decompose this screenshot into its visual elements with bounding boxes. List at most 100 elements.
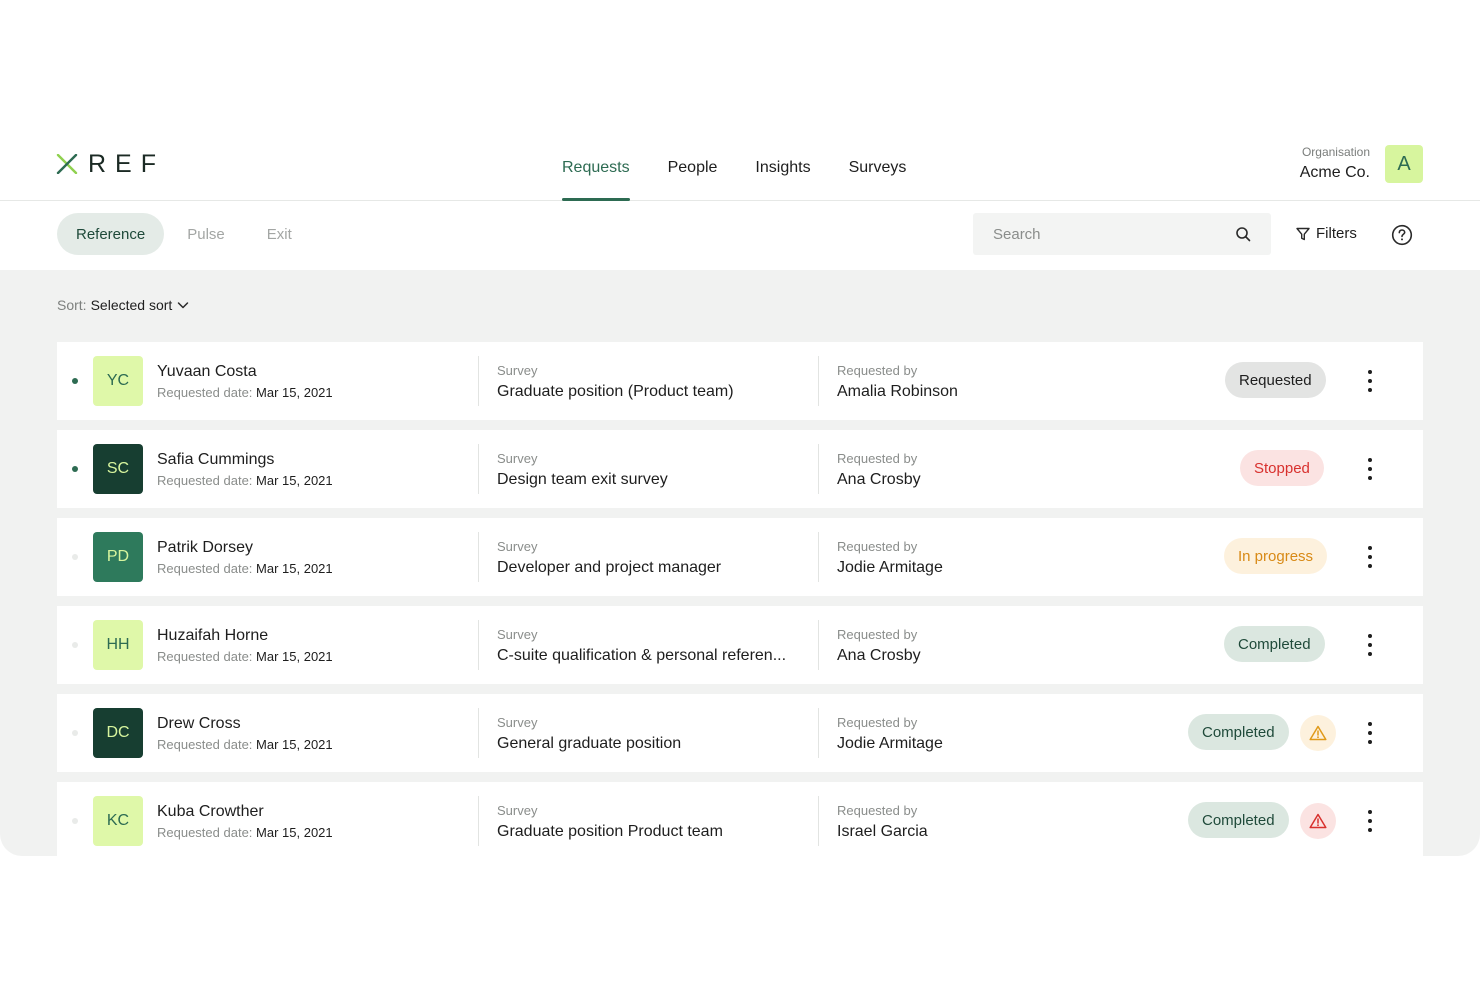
column-divider bbox=[818, 356, 819, 406]
column-divider bbox=[818, 708, 819, 758]
request-row[interactable]: SC Safia Cummings Requested date: Mar 15… bbox=[57, 430, 1423, 508]
request-row[interactable]: YC Yuvaan Costa Requested date: Mar 15, … bbox=[57, 342, 1423, 420]
segment-reference[interactable]: Reference bbox=[57, 213, 165, 255]
column-divider bbox=[818, 796, 819, 846]
survey-label: Survey bbox=[497, 539, 538, 554]
requested-date-value: Mar 15, 2021 bbox=[256, 737, 333, 752]
logo-text: REF bbox=[88, 149, 165, 178]
more-options-icon[interactable] bbox=[1357, 455, 1383, 483]
tab-insights[interactable]: Insights bbox=[755, 120, 810, 200]
chevron-down-icon bbox=[178, 302, 189, 309]
requested-date-label: Requested date: bbox=[157, 385, 253, 400]
help-icon[interactable] bbox=[1391, 224, 1413, 251]
status-badge[interactable]: Completed bbox=[1224, 626, 1325, 662]
logo-x-icon bbox=[56, 154, 78, 174]
requester-name: Israel Garcia bbox=[837, 823, 928, 840]
request-row[interactable]: HH Huzaifah Horne Requested date: Mar 15… bbox=[57, 606, 1423, 684]
search-box bbox=[973, 213, 1271, 255]
requested-by-label: Requested by bbox=[837, 539, 918, 554]
requested-by-label: Requested by bbox=[837, 803, 918, 818]
sort-label: Sort: bbox=[57, 297, 87, 313]
read-indicator bbox=[72, 554, 78, 560]
requester-name: Jodie Armitage bbox=[837, 735, 943, 752]
column-divider bbox=[478, 796, 479, 846]
app-window: REF Requests People Insights Surveys Org… bbox=[0, 120, 1480, 856]
avatar: YC bbox=[93, 356, 143, 406]
more-options-icon[interactable] bbox=[1357, 543, 1383, 571]
requested-by-label: Requested by bbox=[837, 715, 918, 730]
requested-date-label: Requested date: bbox=[157, 825, 253, 840]
read-indicator bbox=[72, 818, 78, 824]
sort-value: Selected sort bbox=[90, 297, 173, 313]
main-nav: Requests People Insights Surveys bbox=[562, 120, 944, 201]
requested-date: Requested date: Mar 15, 2021 bbox=[157, 737, 333, 752]
requested-date-value: Mar 15, 2021 bbox=[256, 825, 333, 840]
read-indicator bbox=[72, 642, 78, 648]
column-divider bbox=[478, 444, 479, 494]
status-badge[interactable]: Stopped bbox=[1240, 450, 1324, 486]
requested-date: Requested date: Mar 15, 2021 bbox=[157, 649, 333, 664]
status-badge[interactable]: Completed bbox=[1188, 714, 1289, 750]
candidate-name: Huzaifah Horne bbox=[157, 627, 269, 644]
organisation-info: Organisation Acme Co. bbox=[1300, 145, 1370, 182]
segment-exit[interactable]: Exit bbox=[248, 213, 311, 255]
status-badge[interactable]: Completed bbox=[1188, 802, 1289, 838]
requested-date: Requested date: Mar 15, 2021 bbox=[157, 385, 333, 400]
column-divider bbox=[818, 620, 819, 670]
requester-name: Amalia Robinson bbox=[837, 383, 958, 400]
requested-date-value: Mar 15, 2021 bbox=[256, 385, 333, 400]
candidate-name: Drew Cross bbox=[157, 715, 241, 732]
status-badge[interactable]: Requested bbox=[1225, 362, 1326, 398]
warning-icon[interactable] bbox=[1300, 715, 1336, 751]
toolbar: Reference Pulse Exit Filters bbox=[0, 201, 1480, 270]
unread-indicator bbox=[72, 466, 78, 472]
organisation-name: Acme Co. bbox=[1299, 164, 1370, 181]
tab-surveys[interactable]: Surveys bbox=[849, 120, 907, 200]
read-indicator bbox=[72, 730, 78, 736]
requested-date-value: Mar 15, 2021 bbox=[256, 473, 333, 488]
tab-people[interactable]: People bbox=[668, 120, 718, 200]
requester-name: Ana Crosby bbox=[837, 647, 921, 664]
survey-label: Survey bbox=[497, 627, 538, 642]
survey-label: Survey bbox=[497, 363, 538, 378]
candidate-name: Safia Cummings bbox=[157, 451, 275, 468]
survey-label: Survey bbox=[497, 803, 538, 818]
survey-name: Graduate position Product team bbox=[497, 823, 723, 840]
unread-indicator bbox=[72, 378, 78, 384]
requested-date: Requested date: Mar 15, 2021 bbox=[157, 825, 333, 840]
column-divider bbox=[478, 620, 479, 670]
column-divider bbox=[818, 532, 819, 582]
survey-name: Graduate position (Product team) bbox=[497, 383, 734, 400]
error-icon[interactable] bbox=[1300, 803, 1336, 839]
organisation-label: Organisation bbox=[1301, 145, 1370, 159]
logo[interactable]: REF bbox=[56, 149, 165, 178]
avatar: SC bbox=[93, 444, 143, 494]
survey-name: Design team exit survey bbox=[497, 471, 668, 488]
survey-label: Survey bbox=[497, 451, 538, 466]
request-row[interactable]: DC Drew Cross Requested date: Mar 15, 20… bbox=[57, 694, 1423, 772]
filters-button[interactable]: Filters bbox=[1296, 225, 1357, 242]
tab-requests[interactable]: Requests bbox=[562, 120, 630, 201]
requested-date-value: Mar 15, 2021 bbox=[256, 561, 333, 576]
search-input[interactable] bbox=[991, 224, 1225, 244]
segment-pulse[interactable]: Pulse bbox=[168, 213, 244, 255]
requested-by-label: Requested by bbox=[837, 363, 918, 378]
request-row[interactable]: PD Patrik Dorsey Requested date: Mar 15,… bbox=[57, 518, 1423, 596]
more-options-icon[interactable] bbox=[1357, 719, 1383, 747]
column-divider bbox=[478, 708, 479, 758]
more-options-icon[interactable] bbox=[1357, 807, 1383, 835]
requested-date-label: Requested date: bbox=[157, 561, 253, 576]
search-icon[interactable] bbox=[1235, 226, 1251, 247]
requested-date: Requested date: Mar 15, 2021 bbox=[157, 561, 333, 576]
requests-list: YC Yuvaan Costa Requested date: Mar 15, … bbox=[57, 342, 1423, 856]
requested-date-label: Requested date: bbox=[157, 473, 253, 488]
more-options-icon[interactable] bbox=[1357, 631, 1383, 659]
organisation-avatar[interactable]: A bbox=[1385, 145, 1423, 183]
requester-name: Ana Crosby bbox=[837, 471, 921, 488]
request-row[interactable]: KC Kuba Crowther Requested date: Mar 15,… bbox=[57, 782, 1423, 856]
more-options-icon[interactable] bbox=[1357, 367, 1383, 395]
status-badge[interactable]: In progress bbox=[1224, 538, 1328, 574]
top-bar: REF Requests People Insights Surveys Org… bbox=[0, 120, 1480, 201]
requested-date-label: Requested date: bbox=[157, 737, 253, 752]
sort-dropdown[interactable]: Sort: Selected sort bbox=[57, 297, 190, 313]
